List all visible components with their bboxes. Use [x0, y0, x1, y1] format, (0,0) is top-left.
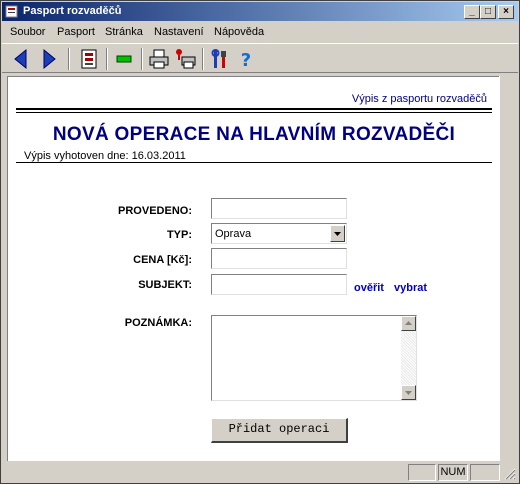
status-panel: [408, 464, 436, 481]
report-content: Výpis z pasportu rozvaděčů NOVÁ OPERACE …: [7, 76, 499, 461]
toolbar-separator: [141, 48, 143, 70]
menu-soubor[interactable]: Soubor: [10, 26, 45, 38]
main-scrollbar[interactable]: [499, 76, 515, 461]
resize-grip-icon[interactable]: [504, 468, 516, 480]
provedeno-input[interactable]: [211, 198, 347, 219]
scroll-up-icon[interactable]: [401, 316, 416, 331]
status-bar: NUM: [2, 462, 518, 482]
add-operation-button[interactable]: Přidat operaci: [211, 418, 348, 443]
status-panel: [470, 464, 500, 481]
menu-stranka[interactable]: Stránka: [105, 26, 143, 38]
back-arrow-icon[interactable]: [9, 47, 33, 71]
poznamka-textarea[interactable]: [211, 315, 417, 401]
subjekt-input[interactable]: [211, 274, 347, 295]
menu-bar: Soubor Pasport Stránka Nastavení Nápověd…: [2, 22, 518, 42]
title-bar: Pasport rozvaděčů _ □ ×: [2, 2, 518, 21]
chevron-down-icon[interactable]: [330, 225, 345, 242]
overit-link[interactable]: ověřit: [354, 282, 384, 294]
app-icon: [5, 5, 18, 18]
print-preview-icon[interactable]: [173, 47, 197, 71]
title-rule: [16, 162, 492, 163]
header-rule-thin: [16, 112, 492, 113]
toolbar-separator: [106, 48, 108, 70]
num-lock-indicator: NUM: [438, 464, 468, 481]
cena-input[interactable]: [211, 248, 347, 269]
green-bar-icon[interactable]: [112, 47, 136, 71]
issued-date: Výpis vyhotoven dne: 16.03.2011: [24, 150, 186, 162]
vybrat-link[interactable]: vybrat: [394, 282, 427, 294]
toolbar-separator: [68, 48, 70, 70]
scroll-down-icon[interactable]: [401, 385, 416, 400]
tools-icon[interactable]: [208, 47, 232, 71]
typ-label: TYP:: [166, 229, 192, 241]
menu-napoveda[interactable]: Nápověda: [214, 26, 264, 38]
report-header-link[interactable]: Výpis z pasportu rozvaděčů: [352, 93, 487, 105]
forward-arrow-icon[interactable]: [37, 47, 61, 71]
provedeno-label: PROVEDENO:: [118, 205, 192, 217]
menu-pasport[interactable]: Pasport: [57, 26, 95, 38]
textarea-scrollbar[interactable]: [401, 316, 416, 400]
subjekt-label: SUBJEKT:: [138, 279, 192, 291]
toolbar-separator: [202, 48, 204, 70]
page-title: NOVÁ OPERACE NA HLAVNÍM ROZVADĚČI: [52, 124, 456, 145]
close-button[interactable]: ×: [498, 5, 514, 19]
maximize-button[interactable]: □: [480, 5, 496, 19]
typ-select[interactable]: Oprava: [211, 223, 347, 244]
document-icon[interactable]: [77, 47, 101, 71]
window-title: Pasport rozvaděčů: [23, 5, 122, 17]
menu-nastaveni[interactable]: Nastavení: [154, 26, 204, 38]
app-window: Pasport rozvaděčů _ □ × Soubor Pasport S…: [0, 0, 520, 484]
cena-label: CENA [Kč]:: [133, 254, 192, 266]
typ-selected-value: Oprava: [215, 228, 252, 240]
svg-text:?: ?: [241, 50, 251, 71]
help-icon[interactable]: ?: [234, 47, 258, 71]
poznamka-label: POZNÁMKA:: [124, 317, 192, 329]
minimize-button[interactable]: _: [464, 5, 480, 19]
header-rule: [16, 108, 492, 110]
print-icon[interactable]: [147, 47, 171, 71]
toolbar: ?: [2, 43, 518, 73]
